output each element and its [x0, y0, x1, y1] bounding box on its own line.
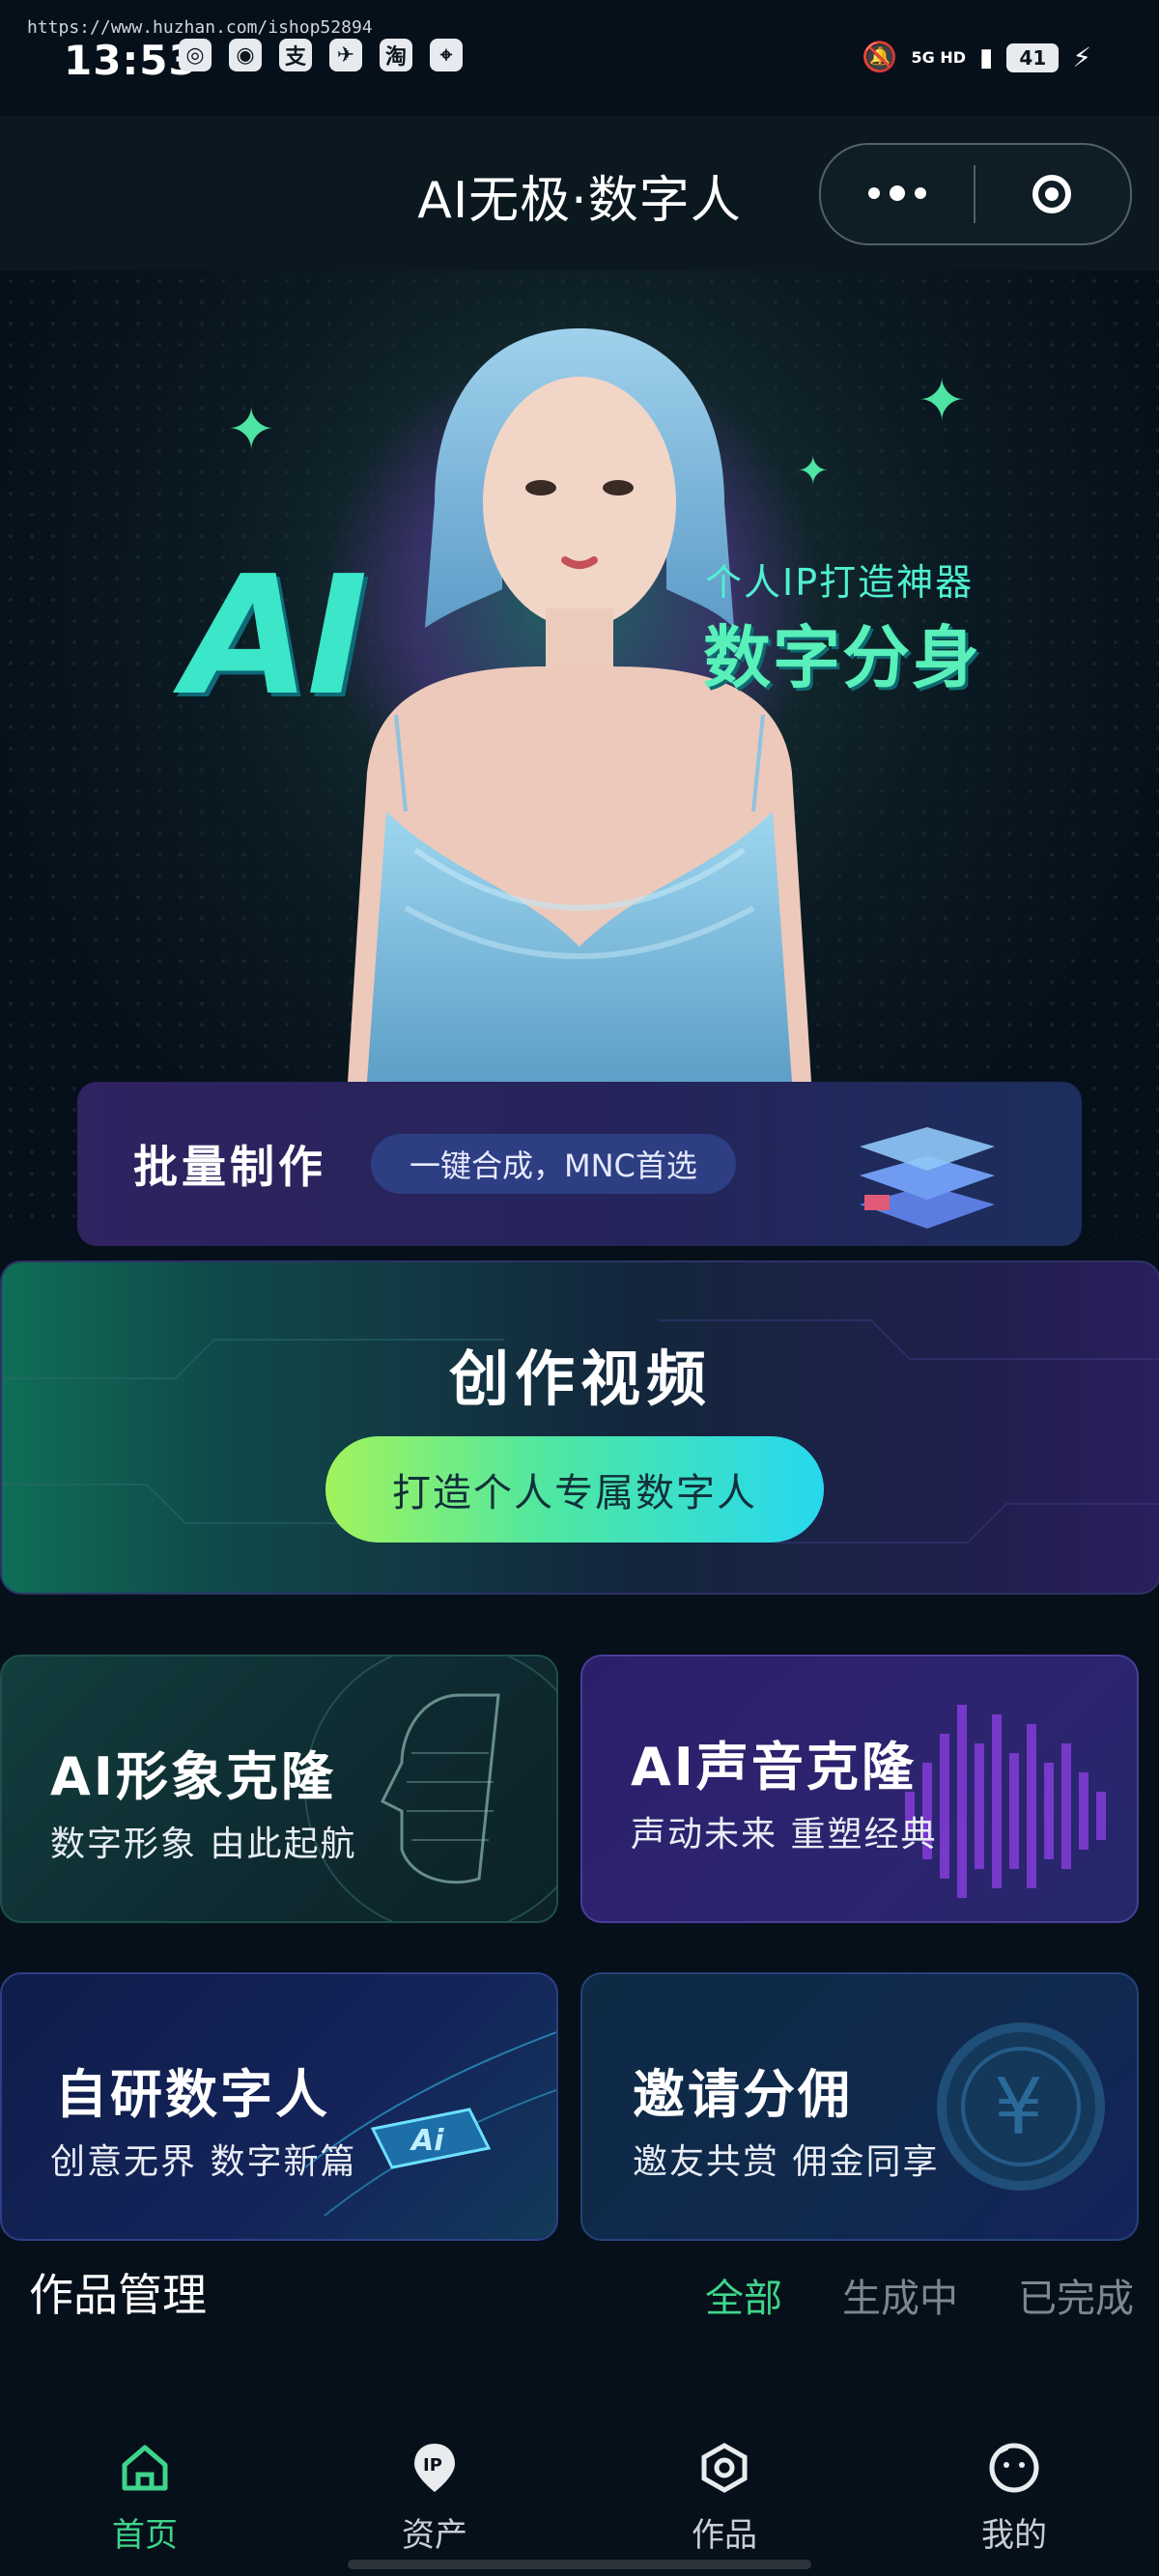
- miniprogram-capsule: [819, 143, 1132, 245]
- batch-production-banner[interactable]: 批量制作 一键合成，MNC首选: [77, 1082, 1082, 1246]
- self-developed-digital-human-card[interactable]: Ai 自研数字人 创意无界 数字新篇: [0, 1972, 558, 2241]
- bottom-navigation: 首页 IP 资产 作品 我的: [0, 2415, 1159, 2576]
- location-icon: ⌖: [430, 39, 463, 71]
- bird-icon: ✈: [329, 39, 362, 71]
- works-filter-tabs: 全部 生成中 已完成: [705, 2267, 1134, 2323]
- ai-voice-clone-card[interactable]: AI声音克隆 声动未来 重塑经典: [580, 1655, 1139, 1923]
- nav-label: 首页: [112, 2516, 178, 2555]
- more-dot: [890, 185, 905, 201]
- nav-profile[interactable]: 我的: [869, 2415, 1159, 2576]
- tab-completed[interactable]: 已完成: [1018, 2267, 1134, 2323]
- create-digital-human-button[interactable]: 打造个人专属数字人: [325, 1436, 824, 1543]
- mute-bell-icon: 🔕: [862, 41, 898, 74]
- nav-assets[interactable]: IP 资产: [290, 2415, 580, 2576]
- create-video-card[interactable]: 创作视频 打造个人专属数字人: [0, 1260, 1159, 1595]
- sound-wave-icon: [905, 1705, 1106, 1898]
- card-subtitle: 创意无界 数字新篇: [50, 2142, 357, 2182]
- battery-level: 41: [1006, 42, 1060, 72]
- status-time: 13:53: [64, 37, 198, 84]
- system-status: 🔕 5G HD ▮ 41 ⚡: [862, 41, 1091, 74]
- circuit-lines-decoration: [2, 1319, 1159, 1543]
- target-icon: [1032, 175, 1071, 213]
- sparkle-icon: ✦: [227, 396, 276, 464]
- nav-label: 作品: [692, 2516, 757, 2555]
- network-indicator: 5G HD: [911, 47, 967, 67]
- batch-title: 批量制作: [133, 1141, 326, 1193]
- signal-bars-icon: ▮: [979, 42, 994, 72]
- svg-text:IP: IP: [423, 2455, 442, 2476]
- works-management-title: 作品管理: [29, 2269, 207, 2321]
- card-title: 自研数字人: [55, 2064, 330, 2125]
- url-watermark: https://www.huzhan.com/ishop52894: [27, 17, 373, 38]
- svg-text:¥: ¥: [994, 2062, 1043, 2152]
- more-button[interactable]: [821, 185, 974, 201]
- invite-commission-card[interactable]: ¥ 邀请分佣 邀友共赏 佣金同享: [580, 1972, 1139, 2241]
- charging-icon: ⚡: [1072, 42, 1091, 73]
- card-title: AI声音克隆: [631, 1737, 917, 1798]
- sparkle-icon: ✦: [918, 367, 967, 435]
- more-dot: [868, 187, 880, 199]
- home-indicator[interactable]: [348, 2560, 811, 2569]
- card-title: AI形象克隆: [50, 1746, 336, 1807]
- tab-all[interactable]: 全部: [705, 2267, 782, 2323]
- nav-label: 我的: [981, 2516, 1047, 2555]
- works-icon: [695, 2439, 753, 2497]
- taobao-icon: 淘: [380, 39, 412, 71]
- batch-tagline: 一键合成，MNC首选: [371, 1134, 736, 1194]
- notification-icons: ◎ ◉ 支 ✈ 淘 ⌖: [179, 39, 463, 71]
- svg-text:Ai: Ai: [410, 2124, 444, 2158]
- tab-generating[interactable]: 生成中: [842, 2267, 958, 2323]
- layers-icon: [860, 1127, 995, 1229]
- nav-label: 资产: [402, 2516, 467, 2555]
- yen-coin-icon: ¥: [937, 2023, 1105, 2191]
- close-miniprogram-button[interactable]: [975, 175, 1128, 213]
- banner-headline: 数字分身: [703, 618, 981, 697]
- alipay-icon: 支: [279, 39, 312, 71]
- banner-subtitle: 个人IP打造神器: [705, 561, 975, 604]
- ai-chip-icon: Ai: [305, 2031, 556, 2217]
- card-title: 邀请分佣: [633, 2064, 853, 2125]
- page-title: AI无极·数字人: [417, 172, 742, 230]
- card-subtitle: 声动未来 重塑经典: [631, 1815, 938, 1854]
- create-video-title: 创作视频: [448, 1344, 712, 1414]
- card-subtitle: 邀友共赏 佣金同享: [633, 2142, 940, 2182]
- home-icon: [116, 2439, 174, 2497]
- nav-works[interactable]: 作品: [580, 2415, 869, 2576]
- sparkle-icon: ✦: [797, 449, 830, 494]
- profile-icon: [985, 2439, 1043, 2497]
- banner-ai-text: AI: [184, 541, 368, 732]
- ip-pin-icon: IP: [406, 2439, 464, 2497]
- card-subtitle: 数字形象 由此起航: [50, 1825, 357, 1864]
- circle-app-icon: ◎: [179, 39, 212, 71]
- ai-avatar-clone-card[interactable]: AI形象克隆 数字形象 由此起航: [0, 1655, 558, 1923]
- more-dot: [915, 187, 926, 199]
- weibo-icon: ◉: [229, 39, 262, 71]
- nav-home[interactable]: 首页: [0, 2415, 290, 2576]
